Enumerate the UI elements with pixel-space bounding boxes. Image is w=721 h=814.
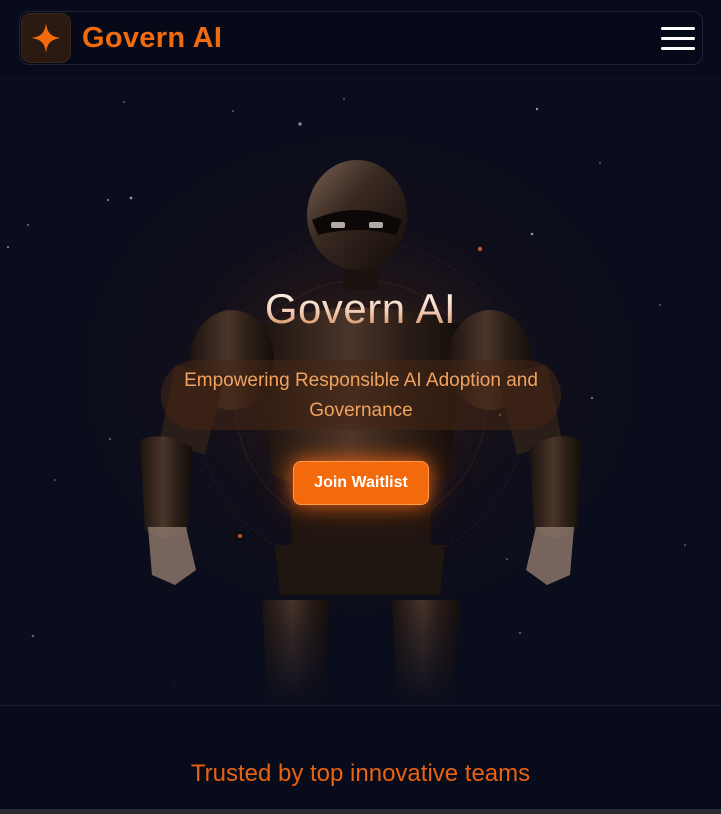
hero-title: Govern AI (0, 285, 721, 333)
brand-name: Govern AI (82, 21, 223, 54)
brand[interactable]: Govern AI (21, 13, 222, 63)
logo (21, 13, 71, 63)
trusted-heading: Trusted by top innovative teams (190, 760, 531, 787)
hero-section: Govern AI Empowering Responsible AI Adop… (0, 75, 721, 705)
top-navbar: Govern AI (19, 11, 703, 65)
page-bottom-edge (0, 809, 721, 814)
section-divider (0, 705, 721, 706)
hero-tagline: Empowering Responsible AI Adoption and G… (161, 360, 561, 430)
four-point-star-icon (31, 23, 61, 53)
hamburger-menu-icon[interactable] (656, 16, 700, 60)
join-waitlist-button[interactable]: Join Waitlist (293, 461, 429, 505)
